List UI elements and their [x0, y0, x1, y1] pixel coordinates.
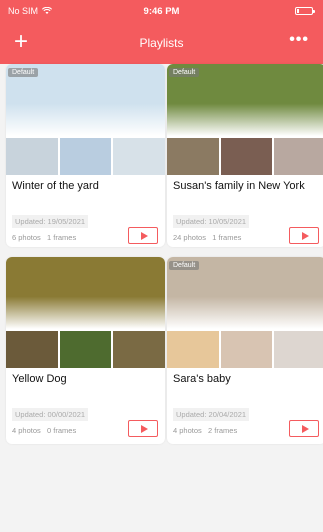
play-button[interactable] [289, 420, 319, 437]
thumbnail-image [59, 331, 112, 368]
battery-icon [295, 7, 315, 15]
updated-date: Updated: 19/05/2021 [12, 215, 89, 228]
thumbnail-image [167, 331, 219, 368]
playlist-name: Susan's family in New York [173, 180, 305, 192]
thumbnail-image [220, 331, 273, 368]
playlist-meta: 24 photos 1 frames [173, 233, 241, 242]
updated-date: Updated: 20/04/2021 [173, 408, 250, 421]
default-badge: Default [169, 68, 200, 77]
status-time: 9:46 PM [143, 6, 180, 17]
thumbnail-image [274, 138, 323, 175]
playlist-card[interactable]: Yellow Dog Updated: 00/00/2021 4 photos … [6, 257, 165, 444]
play-button[interactable] [128, 227, 158, 244]
default-badge: Default [8, 68, 39, 77]
photo-count: 4 photos [173, 426, 202, 435]
thumbnail-image [220, 138, 273, 175]
frame-count: 1 frames [212, 233, 242, 242]
thumbnail-strip [167, 138, 323, 175]
thumbnail-image [274, 331, 323, 368]
thumbnail-image [59, 138, 112, 175]
thumbnail-image [113, 331, 165, 368]
default-badge: Default [169, 261, 200, 270]
updated-date: Updated: 00/00/2021 [12, 408, 89, 421]
playlist-meta: 4 photos 0 frames [12, 426, 76, 435]
thumbnail-image [113, 138, 165, 175]
more-icon[interactable]: ••• [289, 32, 309, 48]
playlist-card[interactable]: Default Winter of the yard Updated: 19/0… [6, 64, 165, 247]
thumbnail-image [6, 331, 58, 368]
play-button[interactable] [128, 420, 158, 437]
thumbnail-strip [6, 331, 165, 368]
photo-count: 24 photos [173, 233, 206, 242]
updated-date: Updated: 10/05/2021 [173, 215, 250, 228]
thumbnail-strip [6, 138, 165, 175]
play-button[interactable] [289, 227, 319, 244]
playlist-name: Yellow Dog [12, 373, 67, 385]
page-title: Playlists [139, 36, 184, 50]
photo-count: 4 photos [12, 426, 41, 435]
playlist-name: Winter of the yard [12, 180, 99, 192]
frame-count: 0 frames [47, 426, 77, 435]
playlist-meta: 6 photos 1 frames [12, 233, 76, 242]
playlist-name: Sara's baby [173, 373, 231, 385]
nav-bar: + Playlists ••• [0, 28, 323, 60]
playlist-card[interactable]: Default Sara's baby Updated: 20/04/2021 … [167, 257, 323, 444]
playlist-cover-image [6, 257, 165, 329]
playlist-meta: 4 photos 2 frames [173, 426, 237, 435]
frame-count: 1 frames [47, 233, 77, 242]
app-header: No SIM 9:46 PM + Playlists ••• [0, 0, 323, 64]
status-bar: No SIM 9:46 PM [0, 0, 323, 22]
thumbnail-strip [167, 331, 323, 368]
frame-count: 2 frames [208, 426, 238, 435]
playlist-card[interactable]: Default Susan's family in New York Updat… [167, 64, 323, 247]
photo-count: 6 photos [12, 233, 41, 242]
thumbnail-image [167, 138, 219, 175]
thumbnail-image [6, 138, 58, 175]
